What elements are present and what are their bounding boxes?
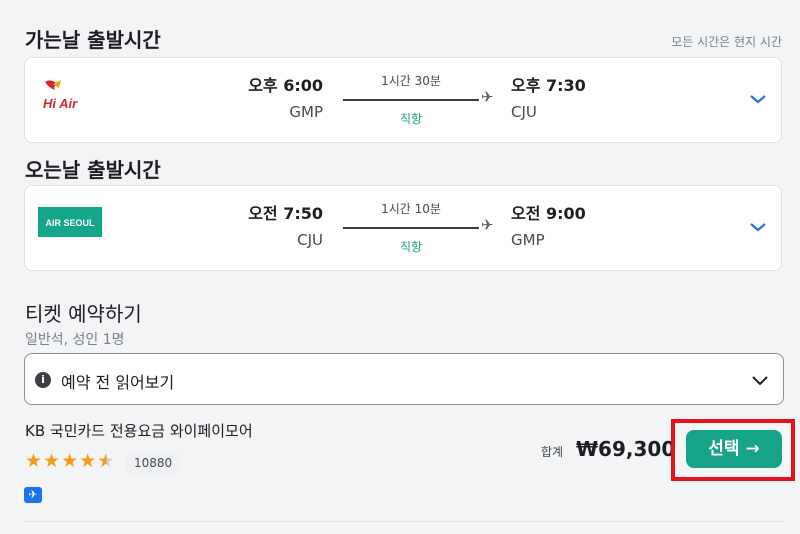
outbound-departure: 오후 6:00 GMP [248,76,323,122]
inbound-flight-card[interactable]: AIR SEOUL 오전 7:50 CJU 1시간 10분 ✈ 직항 오전 9:… [24,185,782,271]
outbound-flight-card[interactable]: Hi Air 오후 6:00 GMP 1시간 30분 ✈ 직항 오후 7:30 … [24,57,782,143]
total-label: 합계 [541,445,564,459]
outbound-duration: 1시간 30분 [381,74,441,88]
flight-ticket-icon: ✈ [24,487,42,503]
provider-name: KB 국민카드 전용요금 와이페이모어 [25,422,253,440]
inbound-departure: 오전 7:50 CJU [248,204,323,250]
read-before-booking-dropdown[interactable]: i 예약 전 읽어보기 [24,353,784,405]
outbound-dep-airport: GMP [289,103,323,121]
inbound-route-line [343,227,479,229]
ticket-class-passengers: 일반석, 성인 1명 [25,332,125,348]
divider [24,521,784,522]
outbound-stops: 직항 [399,112,423,126]
outbound-arr-airport: CJU [511,103,537,121]
outbound-route-line [343,99,479,101]
timezone-note: 모든 시간은 현지 시간 [671,35,782,49]
airplane-icon: ✈ [481,88,494,106]
rating-stars: ★ ★ ★ ★ ★ [25,451,114,471]
chevron-down-icon [751,372,769,391]
inbound-dep-time: 오전 7:50 [248,204,323,223]
inbound-stops: 직항 [399,240,423,254]
svg-text:Hi Air: Hi Air [43,96,78,111]
outbound-section-title: 가는날 출발시간 [25,28,161,52]
star-icon: ★ [61,450,79,472]
inbound-arrival: 오전 9:00 GMP [511,204,586,250]
hi-air-logo: Hi Air [39,78,101,118]
inbound-arr-time: 오전 9:00 [511,204,586,223]
inbound-duration: 1시간 10분 [381,202,441,216]
inbound-dep-airport: CJU [297,231,323,249]
star-icon: ★ [79,450,97,472]
inbound-arr-airport: GMP [511,231,545,249]
half-star-icon: ★ [97,450,115,472]
chevron-down-icon[interactable] [749,218,767,237]
outbound-arr-time: 오후 7:30 [511,76,586,95]
review-count-badge[interactable]: 10880 [126,452,181,474]
svg-text:AIR SEOUL: AIR SEOUL [45,218,95,228]
select-button[interactable]: 선택 → [686,430,782,468]
star-icon: ★ [43,450,61,472]
total-price: ₩69,300 [576,437,676,461]
air-seoul-logo: AIR SEOUL [38,207,102,241]
airplane-icon: ✈ [481,216,494,234]
inbound-section-title: 오는날 출발시간 [25,158,161,182]
info-icon: i [35,372,51,388]
ticket-section-title: 티켓 예약하기 [25,302,142,326]
outbound-arrival: 오후 7:30 CJU [511,76,586,122]
outbound-dep-time: 오후 6:00 [248,76,323,95]
chevron-down-icon[interactable] [749,90,767,109]
star-icon: ★ [25,450,43,472]
dropdown-label: 예약 전 읽어보기 [61,373,175,392]
